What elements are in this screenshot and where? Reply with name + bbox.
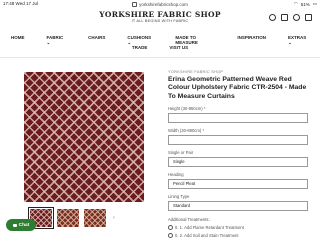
additional-treatments-label: Additional Treatments: — [168, 216, 210, 222]
product-info: YORKSHIRE FABRIC SHOP Erina Geometric Pa… — [168, 70, 308, 238]
heading-label: Heading — [168, 171, 184, 177]
single-or-pair-label: Single or Pair — [168, 149, 194, 155]
battery-icon: ▭ — [312, 1, 317, 6]
single-or-pair-select[interactable]: Single — [168, 156, 308, 167]
thumbnail-2[interactable] — [57, 209, 79, 227]
account-icon[interactable] — [293, 14, 300, 21]
main-nav: HOME FABRIC ⌄ CHAIRS CUSHIONS ⌄ MADE TO … — [0, 32, 320, 56]
chat-icon — [12, 223, 17, 227]
url-text: yorkshirefabricshop.com — [139, 1, 188, 7]
url-bar[interactable]: yorkshirefabricshop.com — [120, 1, 200, 7]
width-field[interactable] — [168, 134, 308, 145]
chevron-right-icon[interactable]: › — [113, 215, 115, 221]
status-right: ◠ 51% ▭ — [294, 1, 317, 7]
lock-icon — [132, 1, 138, 7]
product-vendor: YORKSHIRE FABRIC SHOP — [168, 70, 224, 74]
home-icon[interactable] — [281, 14, 288, 21]
treatment-option-1[interactable]: 0. 1. Add Flame Retardant Treatment — [168, 224, 308, 230]
cart-icon[interactable] — [305, 14, 312, 21]
treatment-option-2[interactable]: 0. 2. Add Soil and Stain Treatment — [168, 232, 308, 238]
height-label: Height (30-950cm) * — [168, 105, 206, 111]
header-icons — [269, 14, 312, 21]
product-title: Erina Geometric Patterned Weave Red Colo… — [168, 76, 307, 100]
chat-button[interactable]: Chat — [6, 219, 36, 231]
nav-trade[interactable]: TRADE — [132, 45, 148, 50]
width-label: Width (30-690cm) * — [168, 127, 205, 133]
thumbnail-strip: › — [28, 207, 115, 229]
lining-type-select[interactable]: Standard — [168, 200, 308, 211]
nav-visit-us[interactable]: VISIT US — [169, 45, 188, 50]
wifi-icon: ◠ — [293, 1, 298, 6]
battery-level: 51% — [300, 1, 310, 7]
status-time: 17:48 Wed 17 Jul — [3, 1, 38, 6]
chat-label: Chat — [18, 222, 30, 228]
nav-row-2: TRADE VISIT US — [0, 45, 320, 50]
heading-select[interactable]: Pencil Pleat — [168, 178, 308, 189]
search-icon[interactable] — [269, 14, 276, 21]
nav-divider — [0, 57, 320, 58]
product-main-image[interactable] — [24, 72, 144, 202]
radio-icon — [168, 224, 173, 230]
lining-type-label: Lining Type — [168, 193, 190, 199]
radio-icon — [168, 232, 173, 238]
site-header: YORKSHIRE FABRIC SHOP IT ALL BEGINS WITH… — [0, 8, 320, 30]
thumbnail-3[interactable] — [84, 209, 106, 227]
height-field[interactable] — [168, 112, 308, 123]
